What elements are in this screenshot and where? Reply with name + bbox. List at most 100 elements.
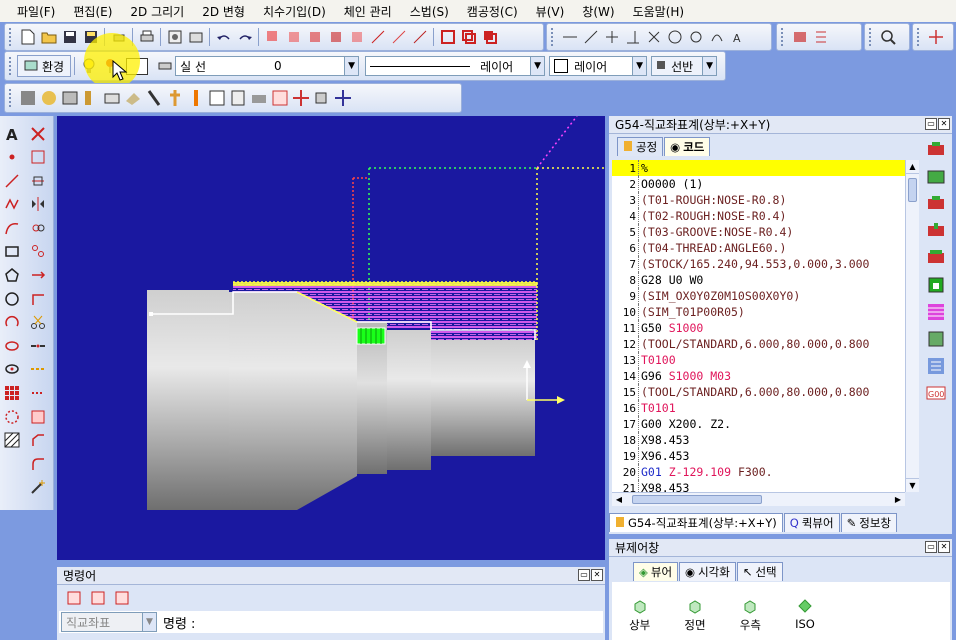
- cam-tool-1-icon[interactable]: [18, 89, 37, 108]
- circle-array-tool-icon[interactable]: [2, 407, 21, 426]
- line-tool-icon[interactable]: [2, 171, 21, 190]
- save-icon[interactable]: [60, 28, 79, 47]
- view-iso-button[interactable]: ISO: [795, 598, 815, 633]
- polygon-tool-icon[interactable]: [2, 266, 21, 285]
- hatch-tool-icon[interactable]: [2, 431, 21, 450]
- cam-tool-8-icon[interactable]: [165, 89, 184, 108]
- select-tool-1-icon[interactable]: [263, 28, 282, 47]
- array-tool-icon[interactable]: [28, 242, 47, 261]
- join-tool-icon[interactable]: [28, 360, 47, 379]
- cam-tool-7-icon[interactable]: [144, 89, 163, 108]
- process-turn-icon[interactable]: [926, 140, 946, 160]
- code-line[interactable]: 3 (T01-ROUGH:NOSE-R0.8): [612, 192, 905, 208]
- view-right-button[interactable]: 우측: [740, 598, 761, 633]
- close-icon[interactable]: ✕: [938, 118, 950, 130]
- wand-tool-icon[interactable]: [28, 478, 47, 497]
- vertical-scrollbar[interactable]: ▲ ▼: [905, 160, 919, 492]
- offset-tool-icon[interactable]: [28, 218, 47, 237]
- region-tool-icon[interactable]: [28, 407, 47, 426]
- cam-tool-6-icon[interactable]: [123, 89, 142, 108]
- cam-tool-2-icon[interactable]: [39, 89, 58, 108]
- tab-process[interactable]: 공정: [617, 137, 664, 156]
- command-tool-1-icon[interactable]: [64, 589, 83, 608]
- layer-1-icon[interactable]: [790, 28, 809, 47]
- zoom-icon[interactable]: [878, 28, 897, 47]
- horizontal-scrollbar[interactable]: ◀ ▶: [612, 492, 905, 506]
- process-g00-icon[interactable]: G00: [926, 383, 946, 403]
- arc-icon[interactable]: [707, 28, 726, 47]
- chamfer-tool-icon[interactable]: [28, 431, 47, 450]
- code-line[interactable]: 11 G50 S1000: [612, 320, 905, 336]
- line-perp-icon[interactable]: [623, 28, 642, 47]
- mirror-tool-icon[interactable]: [28, 195, 47, 214]
- tab-coord-system[interactable]: G54-직교좌표계(상부:+X+Y): [609, 513, 783, 532]
- tab-code[interactable]: ◉ 코드: [664, 137, 711, 156]
- process-face-icon[interactable]: [926, 167, 946, 187]
- h-scroll-thumb[interactable]: [632, 495, 762, 504]
- cam-tool-16-icon[interactable]: [333, 89, 352, 108]
- menu-window[interactable]: 창(W): [573, 3, 623, 20]
- delete-tool-icon[interactable]: [28, 124, 47, 143]
- code-line[interactable]: 18 X98.453: [612, 432, 905, 448]
- process-mill-icon[interactable]: [926, 302, 946, 322]
- polyline-tool-icon[interactable]: [2, 195, 21, 214]
- print-icon[interactable]: [137, 28, 156, 47]
- select-tool-7-icon[interactable]: [389, 28, 408, 47]
- view-front-button[interactable]: 정면: [684, 598, 706, 633]
- code-line[interactable]: 12 (TOOL/STANDARD,6.000,80.000,0.800: [612, 336, 905, 352]
- tab-visualize[interactable]: ◉ 시각화: [679, 562, 736, 581]
- window-2-icon[interactable]: [459, 28, 478, 47]
- cam-tool-15-icon[interactable]: [312, 89, 331, 108]
- ellipse-2-tool-icon[interactable]: [2, 360, 21, 379]
- menu-snap[interactable]: 스법(S): [401, 3, 458, 20]
- tab-select[interactable]: ↖ 선택: [736, 562, 783, 581]
- open-folder-icon[interactable]: [39, 28, 58, 47]
- circle-tool-icon[interactable]: [2, 289, 21, 308]
- cam-tool-3-icon[interactable]: [60, 89, 79, 108]
- environment-button[interactable]: 환경: [17, 55, 72, 77]
- menu-file[interactable]: 파일(F): [8, 3, 64, 20]
- cross-icon[interactable]: [644, 28, 663, 47]
- rectangle-tool-icon[interactable]: [2, 242, 21, 261]
- cam-tool-10-icon[interactable]: [207, 89, 226, 108]
- cam-tool-13-icon[interactable]: [270, 89, 289, 108]
- menu-edit[interactable]: 편집(E): [64, 3, 121, 20]
- code-line[interactable]: 15 (TOOL/STANDARD,6.000,80.000,0.800: [612, 384, 905, 400]
- ellipse-tool-icon[interactable]: [2, 336, 21, 355]
- code-line[interactable]: 21 X98.453: [612, 480, 905, 492]
- code-line[interactable]: 17 G00 X200. Z2.: [612, 416, 905, 432]
- cam-tool-4-icon[interactable]: [81, 89, 100, 108]
- circle-icon[interactable]: [665, 28, 684, 47]
- process-drill-icon[interactable]: [926, 194, 946, 214]
- extend-tool-icon[interactable]: [28, 171, 47, 190]
- select-tool-2-icon[interactable]: [284, 28, 303, 47]
- tab-info[interactable]: ✎ 정보창: [840, 513, 897, 532]
- cam-tool-9-icon[interactable]: [186, 89, 205, 108]
- tab-viewer[interactable]: ◈ 뷰어: [633, 562, 679, 581]
- layer-dropdown[interactable]: 레이어 ▼: [549, 56, 648, 76]
- break-tool-icon[interactable]: [28, 336, 47, 355]
- code-line[interactable]: 14 G96 S1000 M03: [612, 368, 905, 384]
- window-1-icon[interactable]: [438, 28, 457, 47]
- code-line[interactable]: 5 (T03-GROOVE:NOSE-R0.4): [612, 224, 905, 240]
- menu-2d-transform[interactable]: 2D 변형: [193, 3, 254, 20]
- select-tool-3-icon[interactable]: [305, 28, 324, 47]
- layer-2-icon[interactable]: [811, 28, 830, 47]
- code-line[interactable]: 9 (SIM_OX0Y0Z0M10S00X0Y0): [612, 288, 905, 304]
- code-line[interactable]: 7 (STOCK/165.240,94.553,0.000,3.000: [612, 256, 905, 272]
- menu-help[interactable]: 도움말(H): [624, 3, 694, 20]
- select-tool-6-icon[interactable]: [368, 28, 387, 47]
- linetype-dropdown[interactable]: 실 선 0 ▼: [175, 56, 360, 76]
- window-3-icon[interactable]: [480, 28, 499, 47]
- select-tool-8-icon[interactable]: [410, 28, 429, 47]
- menu-view[interactable]: 뷰(V): [527, 3, 574, 20]
- trim-tool-icon[interactable]: [28, 148, 47, 167]
- process-thread-icon[interactable]: [926, 248, 946, 268]
- code-line[interactable]: 19 X96.453: [612, 448, 905, 464]
- view-top-button[interactable]: 상부: [629, 598, 650, 633]
- text-arc-icon[interactable]: A: [728, 28, 747, 47]
- circle-2-icon[interactable]: [686, 28, 705, 47]
- snap-icon[interactable]: [926, 28, 945, 47]
- code-line[interactable]: 16 T0101: [612, 400, 905, 416]
- process-pocket-icon[interactable]: [926, 329, 946, 349]
